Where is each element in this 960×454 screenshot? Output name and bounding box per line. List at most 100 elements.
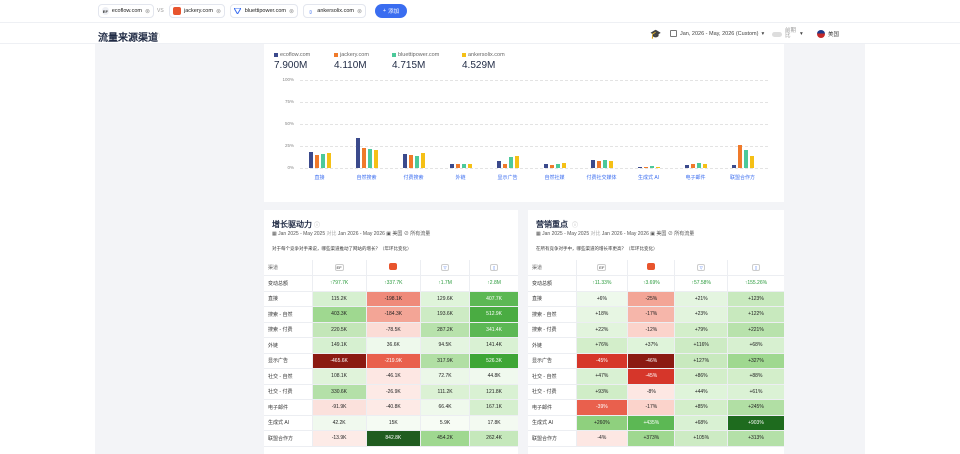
table-cell: 42.2K xyxy=(311,415,367,431)
table-cell: 262.4K xyxy=(469,430,518,447)
remove-icon[interactable]: ⊗ xyxy=(289,8,294,15)
table-row: 生成式 AI 42.2K 15K 5.9K 17.8K xyxy=(264,415,518,431)
table-row: 社交 - 自然 108.1K -46.1K 72.7K 44.8K xyxy=(264,368,518,385)
bar-ecoflow-com[interactable] xyxy=(637,167,642,168)
bar-jackery-com[interactable] xyxy=(596,160,601,168)
x-tick-label[interactable]: 付费搜索 xyxy=(389,174,439,181)
table-cell: 341.4K xyxy=(469,322,518,338)
bar-ankersolix-com[interactable] xyxy=(702,163,707,168)
x-tick-label[interactable]: 自然搜索 xyxy=(342,174,392,181)
x-tick-label[interactable]: 电子邮件 xyxy=(671,174,721,181)
bar-jackery-com[interactable] xyxy=(361,147,366,168)
row-label[interactable]: 外链 xyxy=(528,337,576,354)
bar-bluettipower-com[interactable] xyxy=(649,166,654,168)
bar-jackery-com[interactable] xyxy=(502,163,507,168)
remove-icon[interactable]: ⊗ xyxy=(145,8,150,15)
legend-ecoflow[interactable]: ecoflow.com 7.900M xyxy=(274,52,310,71)
info-icon[interactable]: ⓘ xyxy=(572,220,578,229)
bar-bluettipower-com[interactable] xyxy=(555,164,560,168)
x-tick-label[interactable]: 付费社交媒体 xyxy=(577,174,627,181)
competitor-chip-ecoflow[interactable]: EF ecoflow.com ⊗ xyxy=(98,4,154,18)
row-label[interactable]: 显示广告 xyxy=(264,353,312,369)
toggle-switch[interactable] xyxy=(772,31,782,37)
bar-jackery-com[interactable] xyxy=(549,165,554,168)
bar-ecoflow-com[interactable] xyxy=(496,160,501,168)
info-icon[interactable]: ⓘ xyxy=(154,31,160,40)
table-cell: -45% xyxy=(575,353,628,369)
bar-ecoflow-com[interactable] xyxy=(402,153,407,168)
add-competitor-button[interactable]: + 添加 xyxy=(375,4,407,18)
table-cell: 115.2K xyxy=(311,291,367,307)
table-cell: ↑797.7K xyxy=(311,275,367,292)
date-range-picker[interactable]: Jan, 2026 - May, 2026 (Custom) ▾ xyxy=(670,30,764,37)
bar-jackery-com[interactable] xyxy=(690,163,695,168)
row-label[interactable]: 社交 - 自然 xyxy=(528,368,576,385)
bar-jackery-com[interactable] xyxy=(737,145,742,168)
compare-toggle[interactable]: 前期比 ▾ xyxy=(772,28,803,39)
bar-jackery-com[interactable] xyxy=(643,167,648,168)
competitor-domain: bluettipower.com xyxy=(244,8,286,14)
bar-ankersolix-com[interactable] xyxy=(655,167,660,168)
bar-jackery-com[interactable] xyxy=(314,154,319,168)
bar-ankersolix-com[interactable] xyxy=(514,155,519,168)
remove-icon[interactable]: ⊗ xyxy=(357,8,362,15)
table-row: 直接 +6% -25% +21% +123% xyxy=(528,291,784,307)
x-tick-label[interactable]: 显示广告 xyxy=(483,174,533,181)
legend-jackery[interactable]: jackery.com 4.110M xyxy=(334,52,369,71)
bar-ankersolix-com[interactable] xyxy=(561,162,566,168)
bar-bluettipower-com[interactable] xyxy=(508,157,513,168)
bar-ecoflow-com[interactable] xyxy=(355,138,360,168)
bar-ecoflow-com[interactable] xyxy=(731,165,736,168)
bar-ankersolix-com[interactable] xyxy=(608,160,613,168)
country-selector[interactable]: 美国 xyxy=(817,30,839,38)
bar-bluettipower-com[interactable] xyxy=(320,153,325,168)
bar-bluettipower-com[interactable] xyxy=(602,160,607,168)
bar-ankersolix-com[interactable] xyxy=(326,153,331,168)
row-label[interactable]: 搜索 - 付费 xyxy=(528,322,576,338)
bar-ecoflow-com[interactable] xyxy=(543,164,548,168)
bar-ankersolix-com[interactable] xyxy=(749,155,754,168)
row-label[interactable]: 搜索 - 自然 xyxy=(528,306,576,323)
bar-bluettipower-com[interactable] xyxy=(696,162,701,168)
x-tick-label[interactable]: 直接 xyxy=(295,174,345,181)
row-label[interactable]: 社交 - 付费 xyxy=(528,384,576,400)
x-tick-label[interactable]: 生成式 AI xyxy=(624,174,674,181)
bar-ecoflow-com[interactable] xyxy=(590,160,595,168)
legend-bluetti[interactable]: bluettipower.com 4.715M xyxy=(392,52,439,71)
legend-anker[interactable]: ankersolix.com 4.529M xyxy=(462,52,505,71)
bar-ecoflow-com[interactable] xyxy=(449,164,454,168)
row-label[interactable]: 搜索 - 付费 xyxy=(264,322,312,338)
competitor-chip-anker[interactable]: ▯ ankersolix.com ⊗ xyxy=(303,4,366,18)
remove-icon[interactable]: ⊗ xyxy=(216,8,221,15)
competitor-chip-jackery[interactable]: jackery.com ⊗ xyxy=(169,4,225,18)
x-tick-label[interactable]: 外链 xyxy=(436,174,486,181)
bar-ecoflow-com[interactable] xyxy=(308,152,313,168)
row-label[interactable]: 外链 xyxy=(264,337,312,354)
table-cell: +123% xyxy=(726,291,784,307)
bar-ankersolix-com[interactable] xyxy=(467,163,472,168)
y-tick-label: 100% xyxy=(282,77,294,82)
table-cell: -40.8K xyxy=(365,399,421,416)
bar-jackery-com[interactable] xyxy=(455,164,460,168)
column-header-channel: 渠道 xyxy=(264,260,312,276)
x-tick-label[interactable]: 自然社媒 xyxy=(530,174,580,181)
row-label[interactable]: 显示广告 xyxy=(528,353,576,369)
table-row: 显示广告 -465.6K -219.9K 317.9K 526.3K xyxy=(264,353,518,369)
bar-bluettipower-com[interactable] xyxy=(461,164,466,168)
bar-ankersolix-com[interactable] xyxy=(373,150,378,168)
bar-bluettipower-com[interactable] xyxy=(743,150,748,168)
bar-bluettipower-com[interactable] xyxy=(367,148,372,168)
row-label[interactable]: 社交 - 自然 xyxy=(264,368,312,385)
bar-ecoflow-com[interactable] xyxy=(684,165,689,168)
bar-jackery-com[interactable] xyxy=(408,154,413,168)
table-cell: -45% xyxy=(627,368,675,385)
row-label[interactable]: 搜索 - 自然 xyxy=(264,306,312,323)
bar-ankersolix-com[interactable] xyxy=(420,153,425,168)
table-cell: +373% xyxy=(627,430,675,447)
x-tick-label[interactable]: 联盟合作方 xyxy=(718,174,768,181)
graduation-cap-icon[interactable]: 🎓 xyxy=(650,29,661,40)
bar-bluettipower-com[interactable] xyxy=(414,155,419,168)
competitor-chip-bluetti[interactable]: bluettipower.com ⊗ xyxy=(230,4,298,18)
row-label[interactable]: 社交 - 付费 xyxy=(264,384,312,400)
info-icon[interactable]: ⓘ xyxy=(314,220,320,229)
